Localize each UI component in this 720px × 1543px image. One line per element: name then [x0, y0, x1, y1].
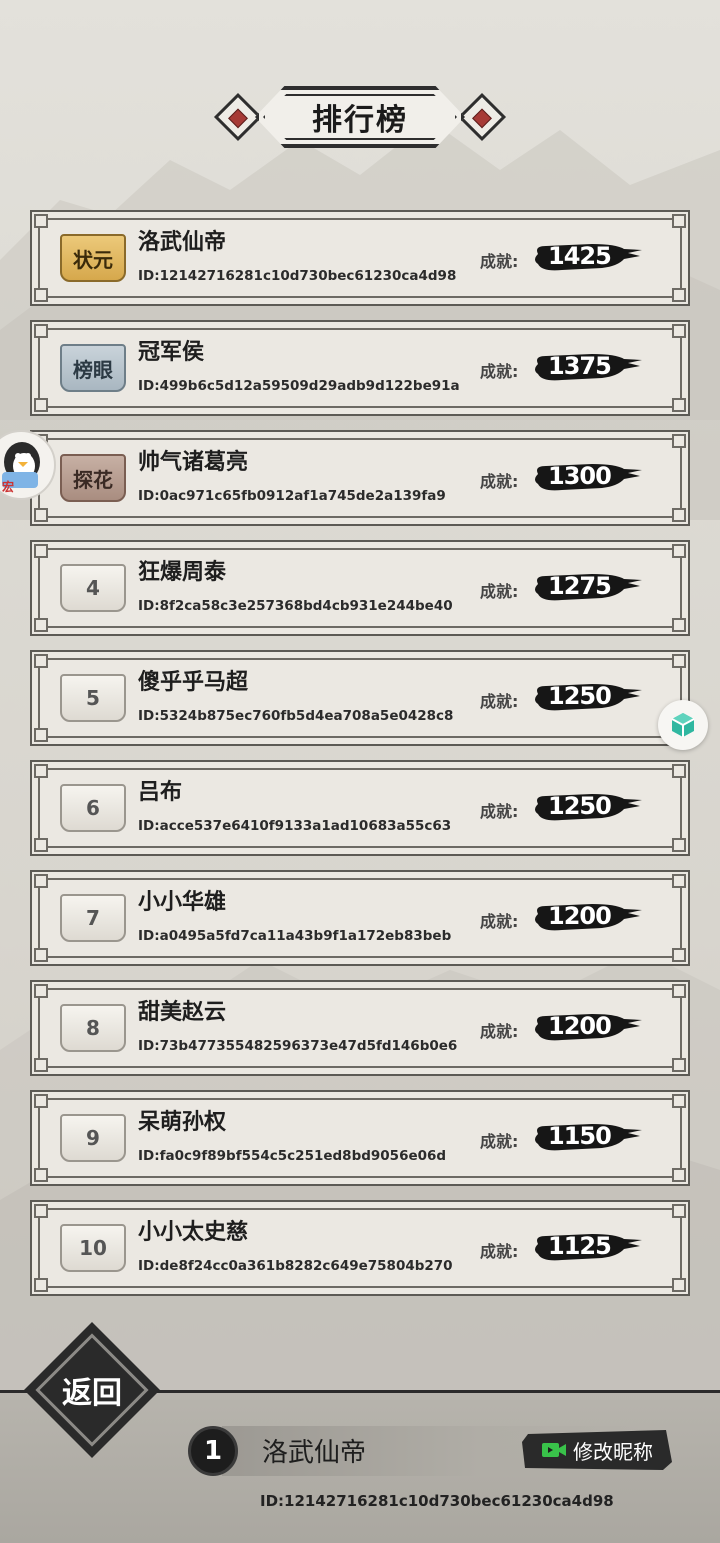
rank-badge: 探花: [60, 454, 126, 502]
ranking-row-6: 6 吕布 ID:acce537e6410f9133a1ad10683a55c63…: [30, 760, 690, 856]
rank-badge: 6: [60, 784, 126, 832]
achievement-score: 1150: [532, 1120, 644, 1156]
cube-icon: [671, 713, 695, 737]
achievement-label: 成就:: [480, 692, 519, 711]
my-player-id: ID:12142716281c10d730bec61230ca4d98: [260, 1492, 614, 1510]
rank-badge: 9: [60, 1114, 126, 1162]
player-id: ID:fa0c9f89bf554c5c251ed8bd9056e06d: [138, 1148, 447, 1164]
player-id: ID:499b6c5d12a59509d29adb9d122be91a: [138, 378, 460, 394]
score-value: 1300: [548, 462, 612, 490]
ranking-row-1: 状元 洛武仙帝 ID:12142716281c10d730bec61230ca4…: [30, 210, 690, 306]
achievement-label: 成就:: [480, 1242, 519, 1261]
score-value: 1275: [548, 572, 612, 600]
player-name: 甜美赵云: [138, 1000, 227, 1025]
score-value: 1200: [548, 1012, 612, 1040]
ranking-row-10: 10 小小太史慈 ID:de8f24cc0a361b8282c649e75804…: [30, 1200, 690, 1296]
achievement-label: 成就:: [480, 252, 519, 271]
achievement-label: 成就:: [480, 802, 519, 821]
player-id: ID:73b477355482596373e47d5fd146b0e6: [138, 1038, 458, 1054]
leaderboard-title-banner: 排行榜: [213, 82, 507, 154]
score-value: 1200: [548, 902, 612, 930]
player-name: 帅气诸葛亮: [138, 450, 249, 475]
ranking-row-3: 探花 帅气诸葛亮 ID:0ac971c65fb0912af1a745de2a13…: [30, 430, 690, 526]
player-name: 洛武仙帝: [138, 230, 227, 255]
player-id: ID:a0495a5fd7ca11a43b9f1a172eb83beb: [138, 928, 452, 944]
ranking-list: 状元 洛武仙帝 ID:12142716281c10d730bec61230ca4…: [30, 210, 690, 1310]
video-camera-icon: [542, 1443, 566, 1457]
player-name: 吕布: [138, 780, 183, 805]
achievement-score: 1425: [532, 240, 644, 276]
player-name: 冠军侯: [138, 340, 205, 365]
achievement-label: 成就:: [480, 472, 519, 491]
achievement-score: 1200: [532, 1010, 644, 1046]
rank-badge: 榜眼: [60, 344, 126, 392]
rename-label: 修改昵称: [573, 1439, 653, 1464]
rank-badge: 7: [60, 894, 126, 942]
ranking-row-7: 7 小小华雄 ID:a0495a5fd7ca11a43b9f1a172eb83b…: [30, 870, 690, 966]
achievement-label: 成就:: [480, 362, 519, 381]
title-right-ornament-icon: [457, 92, 507, 142]
player-name: 小小华雄: [138, 890, 227, 915]
achievement-score: 1275: [532, 570, 644, 606]
rank-badge: 4: [60, 564, 126, 612]
player-id: ID:12142716281c10d730bec61230ca4d98: [138, 268, 457, 284]
rank-badge: 10: [60, 1224, 126, 1272]
rank-badge: 5: [60, 674, 126, 722]
achievement-score: 1250: [532, 680, 644, 716]
back-label: 返回: [62, 1376, 122, 1411]
rank-badge: 8: [60, 1004, 126, 1052]
ranking-row-5: 5 傻乎乎马超 ID:5324b875ec760fb5d4ea708a5e042…: [30, 650, 690, 746]
score-value: 1150: [548, 1122, 612, 1150]
player-name: 狂爆周泰: [138, 560, 227, 585]
achievement-score: 1250: [532, 790, 644, 826]
ranking-row-4: 4 狂爆周泰 ID:8f2ca58c3e257368bd4cb931e244be…: [30, 540, 690, 636]
player-id: ID:de8f24cc0a361b8282c649e75804b270: [138, 1258, 453, 1274]
achievement-label: 成就:: [480, 1022, 519, 1041]
player-id: ID:5324b875ec760fb5d4ea708a5e0428c8: [138, 708, 454, 724]
my-player-name: 洛武仙帝: [262, 1438, 367, 1468]
my-rank-badge: 1: [188, 1426, 238, 1476]
player-id: ID:0ac971c65fb0912af1a745de2a139fa9: [138, 488, 446, 504]
achievement-label: 成就:: [480, 912, 519, 931]
score-value: 1425: [548, 242, 612, 270]
player-name: 小小太史慈: [138, 1220, 249, 1245]
achievement-score: 1125: [532, 1230, 644, 1266]
back-button[interactable]: 返回: [24, 1322, 160, 1458]
player-name: 呆萌孙权: [138, 1110, 227, 1135]
ranking-row-8: 8 甜美赵云 ID:73b477355482596373e47d5fd146b0…: [30, 980, 690, 1076]
floating-left-label: 宏: [2, 480, 15, 494]
score-value: 1250: [548, 682, 612, 710]
score-value: 1375: [548, 352, 612, 380]
achievement-score: 1200: [532, 900, 644, 936]
score-value: 1250: [548, 792, 612, 820]
player-name: 傻乎乎马超: [138, 670, 249, 695]
score-value: 1125: [548, 1232, 612, 1260]
rename-button[interactable]: 修改昵称: [522, 1430, 672, 1470]
player-id: ID:acce537e6410f9133a1ad10683a55c63: [138, 818, 452, 834]
my-ranking-row: 1 洛武仙帝 修改昵称: [182, 1420, 682, 1482]
ranking-row-2: 榜眼 冠军侯 ID:499b6c5d12a59509d29adb9d122be9…: [30, 320, 690, 416]
ranking-row-9: 9 呆萌孙权 ID:fa0c9f89bf554c5c251ed8bd9056e0…: [30, 1090, 690, 1186]
achievement-score: 1300: [532, 460, 644, 496]
page-title: 排行榜: [312, 103, 408, 138]
player-id: ID:8f2ca58c3e257368bd4cb931e244be40: [138, 598, 453, 614]
floating-cube-button[interactable]: [658, 700, 708, 750]
achievement-label: 成就:: [480, 1132, 519, 1151]
achievement-label: 成就:: [480, 582, 519, 601]
rank-badge: 状元: [60, 234, 126, 282]
achievement-score: 1375: [532, 350, 644, 386]
